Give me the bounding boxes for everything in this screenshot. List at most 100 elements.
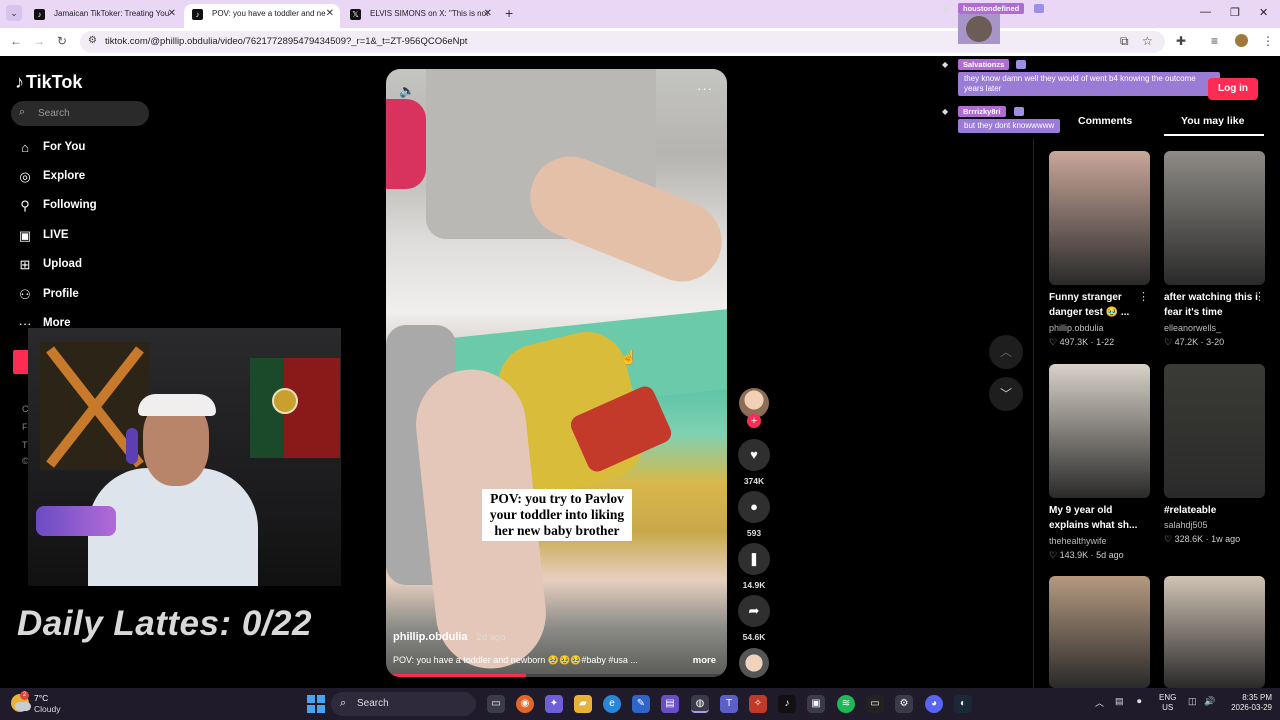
music-disc-icon[interactable] xyxy=(739,648,769,678)
tiktok-logo[interactable]: ♪ TikTok xyxy=(15,72,82,93)
tiktok-app-icon[interactable]: ♪ xyxy=(778,695,796,713)
browser-tab-bar: ⌄ ♪ Jamaican TikToker: Treating You ✕ ♪ … xyxy=(0,0,1280,28)
file-explorer-icon[interactable]: ▰ xyxy=(574,695,592,713)
new-tab-plus-icon[interactable]: + xyxy=(505,5,513,21)
address-bar[interactable]: ⚙ tiktok.com/@phillip.obdulia/video/7621… xyxy=(80,31,1165,53)
card-more-icon[interactable]: ⋮ xyxy=(1254,290,1265,303)
nav-following[interactable]: ⚲ Following xyxy=(15,196,215,218)
follow-plus-icon[interactable]: + xyxy=(747,414,761,428)
window-close-icon[interactable]: ✕ xyxy=(1259,6,1268,19)
nav-live[interactable]: ▣ LIVE xyxy=(15,226,215,248)
weather-condition[interactable]: Cloudy xyxy=(34,704,60,714)
video-more-options-icon[interactable]: ··· xyxy=(697,81,713,96)
video-player[interactable]: 🔈 ··· POV: you try to Pavlov your toddle… xyxy=(386,69,727,677)
recommendation-thumbnail[interactable] xyxy=(1049,364,1150,498)
tray-overflow-chevron-icon[interactable]: ︿ xyxy=(1095,696,1104,709)
app-with-badge-icon[interactable]: ▤ xyxy=(661,695,679,713)
likes: 497.3K xyxy=(1059,337,1089,347)
recommendation-author[interactable]: salahdj505 xyxy=(1164,520,1208,530)
share-count: 54.6K xyxy=(742,632,766,642)
progress-fill xyxy=(386,674,526,677)
recommendation-thumbnail[interactable] xyxy=(1049,151,1150,285)
browser-tab-3[interactable]: 𝕏 ELVIS SIMONS on X: "This is not ✕ xyxy=(342,4,498,28)
nav-for-you[interactable]: ⌂ For You xyxy=(15,138,215,160)
discord-icon[interactable]: ◕ xyxy=(925,695,943,713)
recommendation-title[interactable]: My 9 year old explains what sh... xyxy=(1049,503,1154,533)
profile-avatar-icon[interactable] xyxy=(1235,34,1248,47)
recommendation-thumbnail[interactable] xyxy=(1049,576,1150,688)
card-more-icon[interactable]: ⋮ xyxy=(1138,290,1149,303)
search-input[interactable]: ⌕ Search xyxy=(11,101,149,126)
teams-app-icon[interactable]: T xyxy=(720,695,738,713)
description-more-link[interactable]: more xyxy=(693,655,716,666)
bookmark-star-icon[interactable]: ☆ xyxy=(1142,34,1153,48)
tab-search-button[interactable]: ⌄ xyxy=(6,5,22,21)
volume-icon[interactable]: 🔊 xyxy=(1204,696,1215,707)
minimize-icon[interactable]: — xyxy=(1200,6,1211,18)
video-progress-bar[interactable] xyxy=(386,674,727,677)
extensions-puzzle-icon[interactable]: ✚ xyxy=(1176,34,1186,48)
footer-text-partial: F xyxy=(22,422,28,432)
tab-close-icon[interactable]: ✕ xyxy=(168,4,176,24)
login-button[interactable]: Log in xyxy=(1208,78,1258,100)
forward-arrow-icon[interactable]: → xyxy=(33,34,45,48)
next-video-chevron-down-icon[interactable]: ﹀ xyxy=(989,377,1023,411)
notes-app-icon[interactable]: ✎ xyxy=(632,695,650,713)
browser-menu-icon[interactable]: ⋮ xyxy=(1262,34,1274,48)
recommendation-thumbnail[interactable] xyxy=(1164,151,1265,285)
search-icon: ⌕ xyxy=(340,697,347,709)
capture-app-icon[interactable]: ▣ xyxy=(807,695,825,713)
copilot-app-icon[interactable]: ✦ xyxy=(545,695,563,713)
recommendation-title[interactable]: #relateable xyxy=(1164,503,1269,518)
system-clock[interactable]: 8:35 PM 2026-03-29 xyxy=(1222,693,1272,713)
date: 3-20 xyxy=(1206,337,1225,347)
weather-temperature[interactable]: 7°C xyxy=(34,693,48,703)
steam-icon[interactable]: ◐ xyxy=(954,695,972,713)
nav-explore[interactable]: ◎ Explore xyxy=(15,167,215,189)
tab-close-icon[interactable]: ✕ xyxy=(326,4,334,24)
obs-app-icon[interactable]: ◉ xyxy=(516,695,534,713)
like-heart-icon[interactable]: ♥ xyxy=(738,439,770,471)
reload-icon[interactable]: ↻ xyxy=(57,34,67,48)
date: 1w ago xyxy=(1211,534,1241,544)
recommendation-thumbnail[interactable] xyxy=(1164,364,1265,498)
microphone-icon[interactable]: ⏺ xyxy=(1137,696,1142,707)
install-app-icon[interactable]: ⧉ xyxy=(1120,34,1129,49)
settings-app-icon[interactable]: ⚙ xyxy=(895,695,913,713)
task-view-icon[interactable]: ▭ xyxy=(487,695,505,713)
restore-icon[interactable]: ❐ xyxy=(1230,6,1240,19)
chat-message-text: but they dont knowwwww xyxy=(958,119,1061,133)
tab-comments[interactable]: Comments xyxy=(1078,115,1132,127)
browser-tab-1[interactable]: ♪ Jamaican TikToker: Treating You ✕ xyxy=(26,4,182,28)
nav-profile[interactable]: ⚇ Profile xyxy=(15,285,215,307)
volume-icon[interactable]: 🔈 xyxy=(399,83,415,99)
recommendation-thumbnail[interactable] xyxy=(1164,576,1265,688)
chrome-browser-icon[interactable]: ◍ xyxy=(691,695,709,713)
network-icon[interactable]: ◫ xyxy=(1188,696,1197,707)
tray-app-icon[interactable]: ▤ xyxy=(1115,696,1124,707)
author-name[interactable]: phillip.obdulia xyxy=(393,631,468,643)
recommendation-author[interactable]: elleanorwells_ xyxy=(1164,323,1221,333)
back-arrow-icon[interactable]: ← xyxy=(10,34,22,48)
tab-close-icon[interactable]: ✕ xyxy=(484,4,492,24)
spotify-icon[interactable]: ≋ xyxy=(837,695,855,713)
browser-tab-2-active[interactable]: ♪ POV: you have a toddler and ne ✕ xyxy=(184,4,340,28)
recommendation-author[interactable]: thehealthywife xyxy=(1049,536,1107,546)
taskbar-search-input[interactable]: ⌕ Search xyxy=(331,692,476,716)
media-controls-icon[interactable]: ≡ xyxy=(1211,34,1218,48)
edge-browser-icon[interactable]: e xyxy=(603,695,621,713)
share-arrow-icon[interactable]: ➦ xyxy=(738,595,770,627)
nav-upload[interactable]: ⊞ Upload xyxy=(15,255,215,277)
recommendation-author[interactable]: phillip.obdulia xyxy=(1049,323,1104,333)
previous-video-chevron-up-icon[interactable]: ︿ xyxy=(989,335,1023,369)
site-info-icon[interactable]: ⚙ xyxy=(88,35,97,46)
comment-bubble-icon[interactable]: ● xyxy=(738,491,770,523)
login-button-partial[interactable] xyxy=(13,350,29,374)
bookmark-icon[interactable]: ❚ xyxy=(738,543,770,575)
tab-you-may-like[interactable]: You may like xyxy=(1181,115,1244,127)
terminal-app-icon[interactable]: ▭ xyxy=(866,695,884,713)
red-app-icon[interactable]: ✧ xyxy=(749,695,767,713)
video-author[interactable]: phillip.obdulia · 2d ago xyxy=(393,631,505,643)
input-language[interactable]: ENG US xyxy=(1159,693,1176,713)
windows-start-icon[interactable] xyxy=(307,695,325,713)
